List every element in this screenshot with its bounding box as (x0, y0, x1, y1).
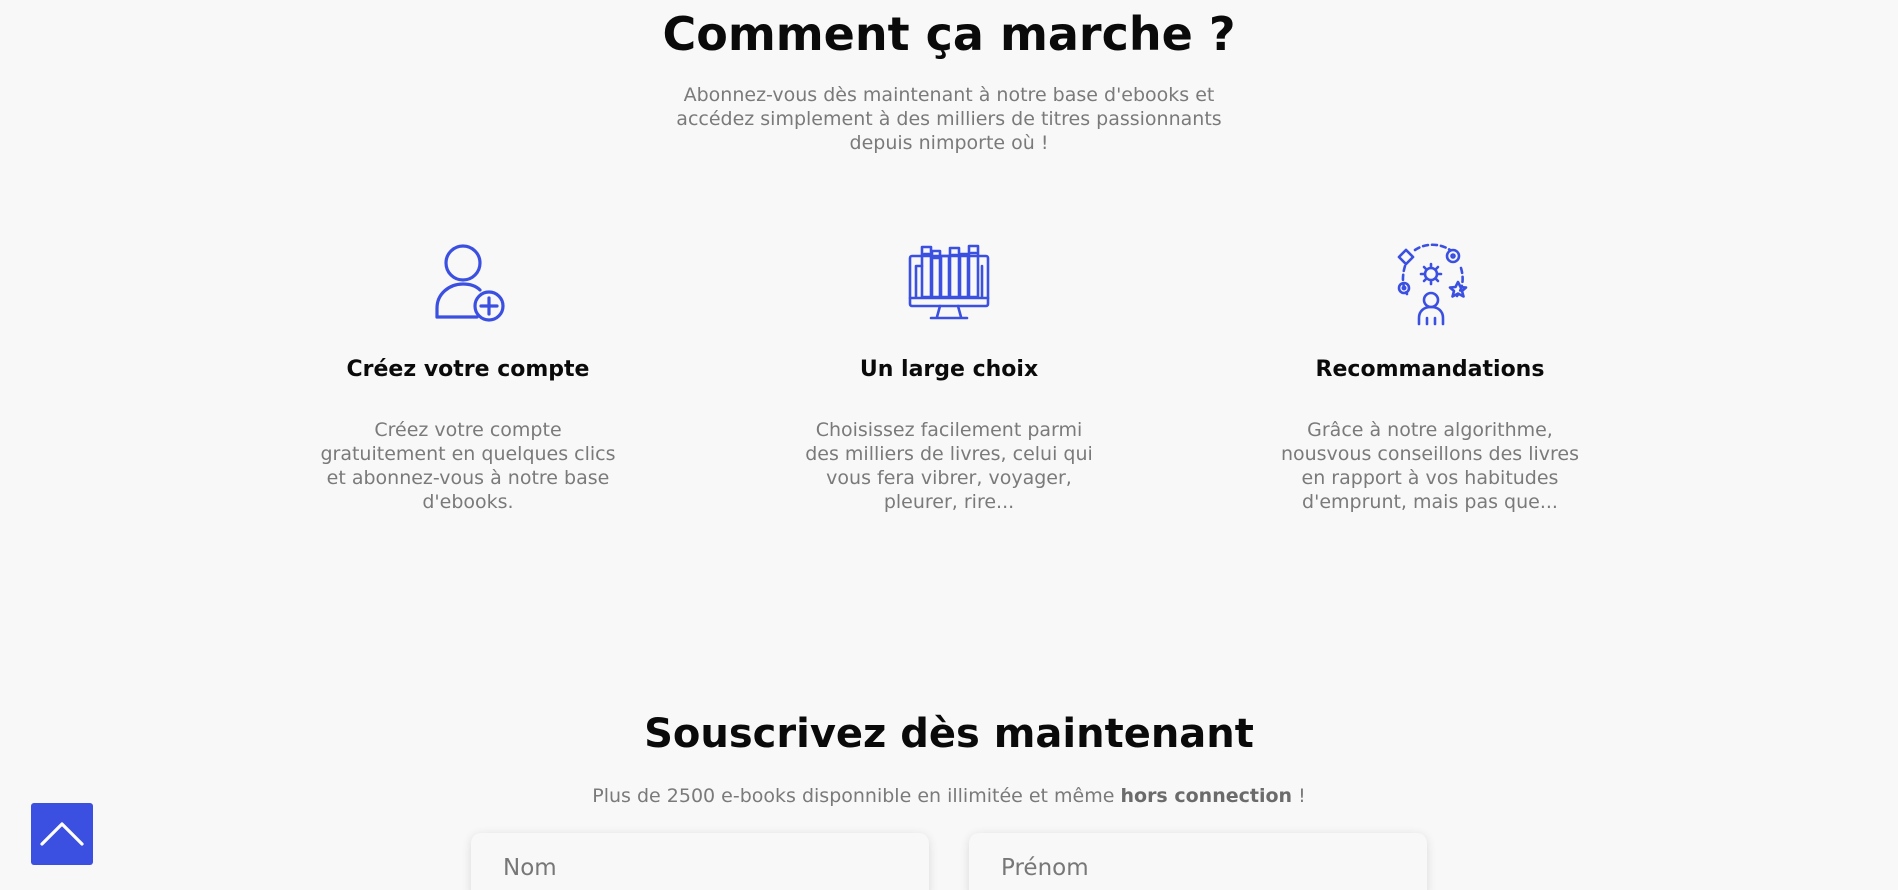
how-it-works-title: Comment ça marche ? (662, 7, 1236, 61)
subscribe-text-start: Plus de 2500 e-books disponnible en illi… (592, 785, 1121, 807)
subscribe-text-bold: hors connection (1120, 785, 1293, 807)
user-add-icon (435, 244, 505, 322)
how-it-works-subtitle: Abonnez-vous dès maintenant à notre base… (676, 84, 1222, 154)
features-section: Créez votre compte Créez votre compte gr… (0, 238, 1898, 558)
feature-recommendations: Recommandations Grâce à notre algorithme… (1280, 238, 1580, 514)
feature-text: Créez votre compte gratuitement en quelq… (320, 419, 616, 513)
feature-create-account: Créez votre compte Créez votre compte gr… (318, 238, 618, 514)
feature-title: Un large choix (859, 357, 1039, 382)
subscribe-text: Plus de 2500 e-books disponnible en illi… (0, 784, 1898, 808)
prenom-field[interactable] (969, 833, 1427, 890)
feature-title: Recommandations (1315, 357, 1545, 382)
feature-text: Choisissez facilement parmi des milliers… (805, 419, 1093, 513)
recommendation-icon (1397, 243, 1468, 326)
library-monitor-icon (908, 244, 990, 320)
feature-text: Grâce à notre algorithme, nousvous conse… (1280, 419, 1580, 513)
nom-field[interactable] (471, 833, 929, 890)
feature-title: Créez votre compte (346, 357, 590, 382)
subscribe-text-end: ! (1292, 785, 1306, 807)
chevron-up-icon (40, 822, 84, 846)
feature-large-choice: Un large choix Choisissez facilement par… (799, 238, 1099, 514)
page: Comment ça marche ? Abonnez-vous dès mai… (0, 0, 1898, 890)
back-to-top-button[interactable] (31, 803, 93, 865)
subscribe-title: Souscrivez dès maintenant (644, 711, 1254, 757)
